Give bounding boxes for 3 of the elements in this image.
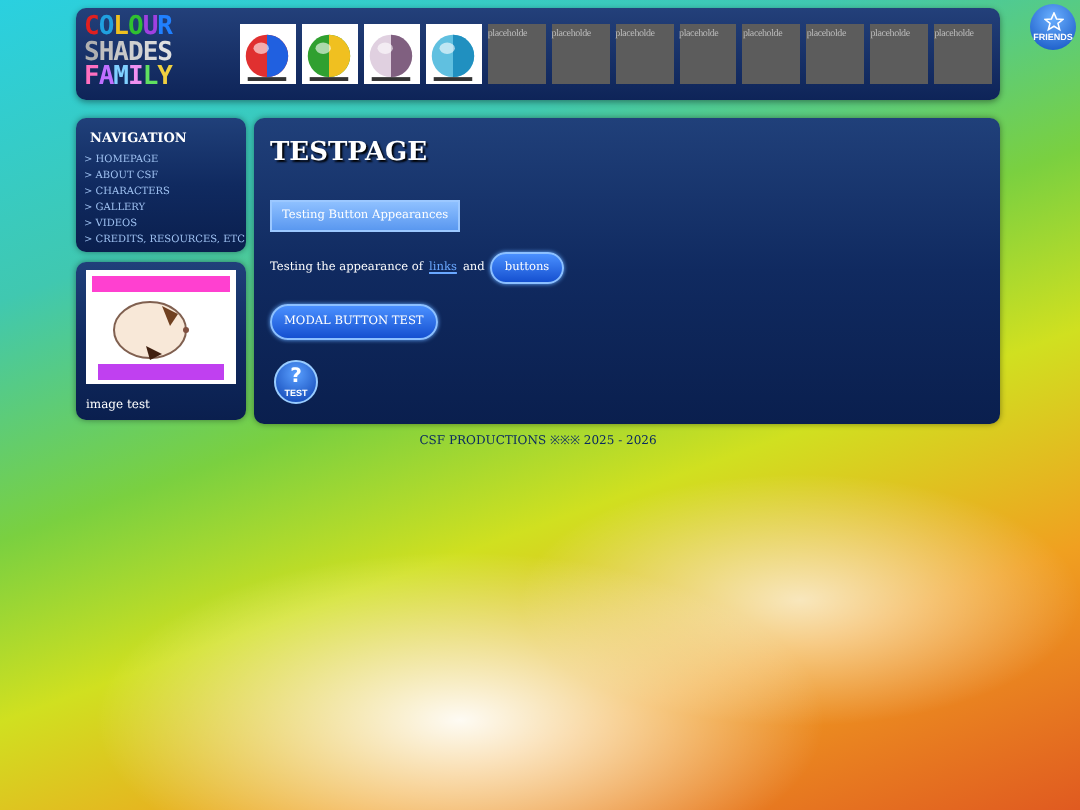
page-title: TESTPAGE — [270, 138, 430, 168]
star-icon — [1043, 12, 1063, 32]
logo: COLOUR SHADES FAMILY — [84, 16, 175, 92]
